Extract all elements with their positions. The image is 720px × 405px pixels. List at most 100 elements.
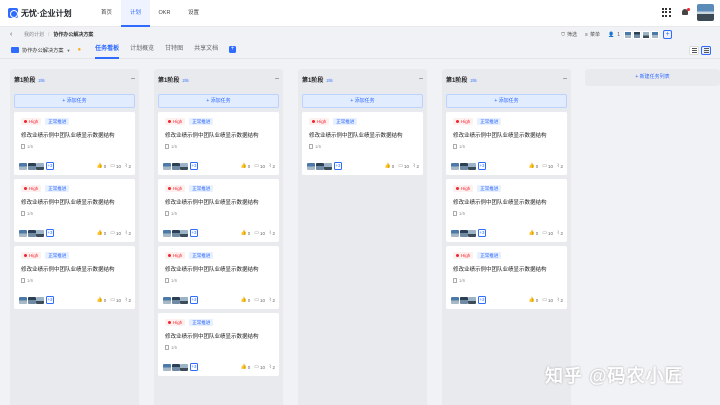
back-arrow-icon[interactable]: ‹: [10, 31, 16, 38]
more-assignees[interactable]: +3: [45, 162, 55, 170]
star-icon[interactable]: ●: [77, 47, 81, 53]
task-card[interactable]: High 正常推进 修改业绩示例中团队业绩显示数据结构 1/6 +3 👍 0 ▭ 1…: [14, 112, 135, 175]
task-card[interactable]: High 正常推进 修改业绩示例中团队业绩显示数据结构 1/6 +3 👍 0 ▭ 1…: [158, 112, 279, 175]
like-stat[interactable]: 👍 0: [241, 364, 251, 370]
comment-stat[interactable]: ▭ 10: [254, 163, 265, 169]
breadcrumb-parent[interactable]: 我的计划: [24, 31, 44, 38]
assignee-avatars[interactable]: +3: [451, 162, 487, 170]
assignee-avatars[interactable]: +3: [19, 162, 55, 170]
attachment-stat[interactable]: ⌇ 2: [269, 163, 275, 169]
add-task-button[interactable]: + 添加任务: [302, 94, 423, 108]
task-card[interactable]: High 正常推进 修改业绩示例中团队业绩显示数据结构 1/6 +3 👍 0 ▭ 1…: [158, 313, 279, 376]
assignee-avatars[interactable]: +3: [163, 296, 199, 304]
attachment-stat[interactable]: ⌇ 2: [557, 297, 563, 303]
column-more-icon[interactable]: –: [419, 75, 423, 82]
nav-home[interactable]: 首页: [92, 0, 121, 27]
list-view-icon[interactable]: [689, 46, 699, 55]
comment-stat[interactable]: ▭ 10: [542, 230, 553, 236]
more-assignees[interactable]: +3: [189, 229, 199, 237]
task-card[interactable]: High 正常推进 修改业绩示例中团队业绩显示数据结构 1/6 +3 👍 0 ▭ 1…: [302, 112, 423, 175]
assignee-avatars[interactable]: +3: [163, 162, 199, 170]
attachment-stat[interactable]: ⌇ 2: [269, 230, 275, 236]
add-task-button[interactable]: + 添加任务: [446, 94, 567, 108]
add-member-button[interactable]: +: [663, 30, 672, 39]
more-assignees[interactable]: +3: [45, 296, 55, 304]
comment-stat[interactable]: ▭ 10: [254, 364, 265, 370]
members-group[interactable]: 👤 1 +: [608, 30, 672, 39]
more-assignees[interactable]: +3: [333, 162, 343, 170]
like-stat[interactable]: 👍 0: [529, 163, 539, 169]
like-stat[interactable]: 👍 0: [529, 230, 539, 236]
assignee-avatars[interactable]: +3: [163, 363, 199, 371]
like-stat[interactable]: 👍 0: [97, 297, 107, 303]
nav-okr[interactable]: OKR: [150, 0, 179, 27]
attachment-stat[interactable]: ⌇ 2: [557, 230, 563, 236]
more-assignees[interactable]: +3: [477, 229, 487, 237]
column-more-icon[interactable]: –: [131, 75, 135, 82]
comment-stat[interactable]: ▭ 10: [542, 297, 553, 303]
like-stat[interactable]: 👍 0: [241, 297, 251, 303]
nav-plan[interactable]: 计划: [121, 0, 150, 27]
like-stat[interactable]: 👍 0: [385, 163, 395, 169]
add-task-button[interactable]: + 添加任务: [14, 94, 135, 108]
project-selector[interactable]: 协作办公解决方案 ▼ ●: [11, 47, 81, 54]
attachment-stat[interactable]: ⌇ 2: [557, 163, 563, 169]
new-task-list-button[interactable]: + 新建任务列表: [585, 69, 720, 86]
task-card[interactable]: High 正常推进 修改业绩示例中团队业绩显示数据结构 1/6 +3 👍 0 ▭ 1…: [446, 246, 567, 309]
more-assignees[interactable]: +3: [189, 296, 199, 304]
user-avatar[interactable]: [697, 4, 714, 21]
nav-settings[interactable]: 设置: [179, 0, 208, 27]
assignee-avatars[interactable]: +3: [19, 296, 55, 304]
task-card[interactable]: High 正常推进 修改业绩示例中团队业绩显示数据结构 1/6 +3 👍 0 ▭ 1…: [14, 246, 135, 309]
avatar: [315, 162, 324, 170]
comment-stat[interactable]: ▭ 10: [542, 163, 553, 169]
assignee-avatars[interactable]: +3: [163, 229, 199, 237]
like-stat[interactable]: 👍 0: [241, 163, 251, 169]
menu-button[interactable]: ≡ 菜单: [585, 31, 600, 39]
attachment-stat[interactable]: ⌇ 2: [125, 297, 131, 303]
add-task-button[interactable]: + 添加任务: [158, 94, 279, 108]
column-more-icon[interactable]: –: [563, 75, 567, 82]
attachment-stat[interactable]: ⌇ 2: [125, 163, 131, 169]
tab-shared-docs[interactable]: 共享文档: [194, 42, 218, 59]
task-card[interactable]: High 正常推进 修改业绩示例中团队业绩显示数据结构 1/6 +3 👍 0 ▭ 1…: [446, 179, 567, 242]
assignee-avatars[interactable]: +3: [307, 162, 343, 170]
more-assignees[interactable]: +3: [189, 363, 199, 371]
attachment-stat[interactable]: ⌇ 2: [269, 297, 275, 303]
more-assignees[interactable]: +3: [189, 162, 199, 170]
tab-gantt[interactable]: 甘特图: [165, 42, 183, 59]
assignee-avatars[interactable]: +3: [451, 296, 487, 304]
task-card[interactable]: High 正常推进 修改业绩示例中团队业绩显示数据结构 1/6 +3 👍 0 ▭ 1…: [158, 179, 279, 242]
like-stat[interactable]: 👍 0: [241, 230, 251, 236]
comment-stat[interactable]: ▭ 10: [110, 230, 121, 236]
board-view-icon[interactable]: [701, 46, 711, 55]
comment-stat[interactable]: ▭ 10: [254, 297, 265, 303]
like-stat[interactable]: 👍 0: [97, 163, 107, 169]
comment-stat[interactable]: ▭ 10: [110, 297, 121, 303]
filter-button[interactable]: ⛉ 筛选: [561, 31, 577, 39]
like-stat[interactable]: 👍 0: [529, 297, 539, 303]
apps-grid-icon[interactable]: [662, 8, 671, 17]
like-stat[interactable]: 👍 0: [97, 230, 107, 236]
notification-bell-icon[interactable]: [681, 7, 690, 17]
add-tab-button[interactable]: +: [229, 45, 237, 53]
attachment-stat[interactable]: ⌇ 2: [413, 163, 419, 169]
comment-stat[interactable]: ▭ 10: [254, 230, 265, 236]
tab-plan-overview[interactable]: 计划概览: [130, 42, 154, 59]
task-card[interactable]: High 正常推进 修改业绩示例中团队业绩显示数据结构 1/6 +3 👍 0 ▭ 1…: [446, 112, 567, 175]
comment-stat[interactable]: ▭ 10: [110, 163, 121, 169]
priority-badge: High: [453, 118, 474, 125]
more-assignees[interactable]: +3: [477, 162, 487, 170]
app-logo[interactable]: 无忧·企业计划: [8, 8, 92, 19]
assignee-avatars[interactable]: +3: [19, 229, 55, 237]
attachment-stat[interactable]: ⌇ 2: [269, 364, 275, 370]
attachment-stat[interactable]: ⌇ 2: [125, 230, 131, 236]
column-more-icon[interactable]: –: [275, 75, 279, 82]
comment-stat[interactable]: ▭ 10: [398, 163, 409, 169]
task-card[interactable]: High 正常推进 修改业绩示例中团队业绩显示数据结构 1/6 +3 👍 0 ▭ 1…: [158, 246, 279, 309]
assignee-avatars[interactable]: +3: [451, 229, 487, 237]
more-assignees[interactable]: +3: [45, 229, 55, 237]
task-card[interactable]: High 正常推进 修改业绩示例中团队业绩显示数据结构 1/6 +3 👍 0 ▭ 1…: [14, 179, 135, 242]
tab-task-board[interactable]: 任务看板: [95, 42, 120, 59]
more-assignees[interactable]: +3: [477, 296, 487, 304]
